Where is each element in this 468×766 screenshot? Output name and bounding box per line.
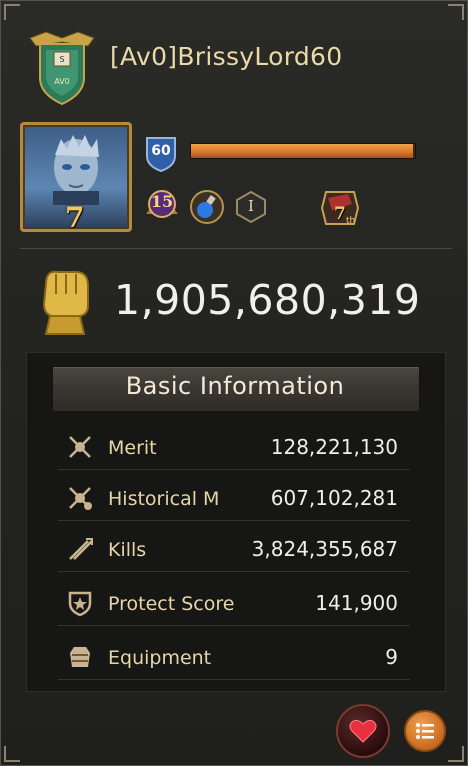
kills-icon — [69, 538, 93, 560]
stat-label: Merit — [108, 437, 157, 459]
experience-bar-fill — [191, 144, 413, 158]
season-badge-value: 7 — [334, 204, 346, 224]
stat-label: Equipment — [108, 647, 212, 669]
avatar[interactable]: 7 — [20, 122, 132, 232]
menu-button[interactable] — [404, 710, 446, 752]
merit-icon — [69, 436, 91, 458]
stat-value: 141,900 — [315, 591, 398, 615]
protect-score-icon — [68, 591, 92, 617]
alliance-emblem-icon[interactable]: S AV0 — [26, 28, 98, 106]
stat-row-merit: Merit 128,221,130 — [58, 427, 410, 470]
experience-bar — [190, 143, 416, 159]
season-badge-suffix: th — [346, 216, 356, 226]
frame-corner — [4, 746, 20, 762]
historical-merit-icon — [69, 487, 92, 510]
tier-badge-value: I — [248, 197, 254, 215]
basic-information-title: Basic Information — [125, 372, 345, 400]
stat-value: 128,221,130 — [270, 435, 398, 459]
section-divider — [20, 248, 452, 249]
frame-corner — [4, 4, 20, 20]
stat-label: Protect Score — [108, 593, 235, 615]
stat-row-protect-score: Protect Score 141,900 — [58, 583, 410, 626]
stat-value: 3,824,355,687 — [251, 537, 398, 561]
potion-badge-icon[interactable] — [188, 188, 226, 226]
stat-row-historical-merit: Historical M 607,102,281 — [58, 478, 410, 521]
player-name: [Av0]BrissyLord60 — [110, 42, 343, 71]
player-level: 60 — [151, 143, 171, 159]
frame-corner — [448, 746, 464, 762]
like-button[interactable] — [336, 704, 390, 758]
heart-icon — [349, 719, 377, 743]
stat-row-kills: Kills 3,824,355,687 — [58, 529, 410, 572]
stat-label: Historical M — [108, 488, 220, 510]
avatar-portrait-icon — [53, 135, 99, 205]
avatar-level: 7 — [65, 201, 85, 232]
alliance-emblem-label: AV0 — [54, 77, 70, 86]
svg-text:S: S — [59, 55, 64, 64]
frame-corner — [448, 4, 464, 20]
stat-row-equipment: Equipment 9 — [58, 637, 410, 680]
equipment-icon — [70, 647, 90, 667]
fist-icon — [42, 270, 89, 335]
stat-label: Kills — [108, 539, 147, 561]
rank-badge-value: 15 — [150, 192, 174, 211]
list-icon — [416, 723, 434, 739]
stat-value: 9 — [385, 645, 398, 669]
power-value: 1,905,680,319 — [114, 276, 421, 324]
stat-value: 607,102,281 — [270, 486, 398, 510]
